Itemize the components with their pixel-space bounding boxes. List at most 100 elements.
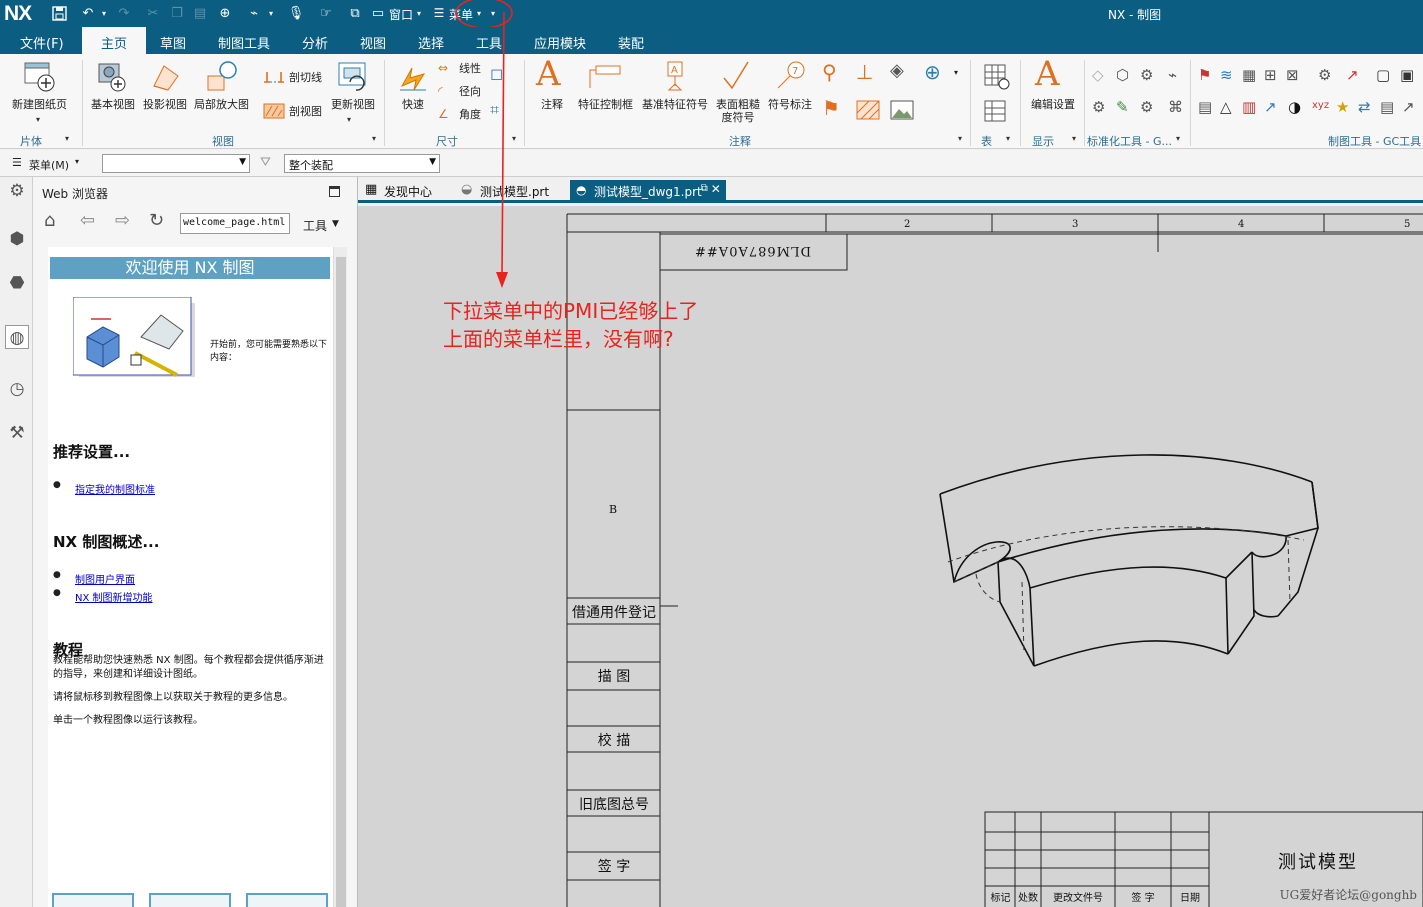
window-menu[interactable]: 窗口	[389, 6, 413, 23]
datum-feature-button[interactable]: 基准特征符号	[642, 98, 708, 111]
switch-window-icon[interactable]: ⧉	[345, 4, 365, 22]
edit-settings-button[interactable]: 编辑设置	[1031, 98, 1075, 111]
gc-tool-3-icon[interactable]: ▦	[1242, 66, 1256, 84]
feature-control-frame-button[interactable]: 特征控制框	[578, 98, 633, 111]
link-whats-new[interactable]: NX 制图新增功能	[75, 589, 153, 604]
gc-tool-11-icon[interactable]: △	[1220, 98, 1232, 116]
maximize-icon[interactable]	[329, 186, 340, 197]
link-set-standard[interactable]: 指定我的制图标准	[75, 481, 155, 496]
vertical-scrollbar[interactable]	[333, 247, 347, 907]
tutorial-thumbnail[interactable]	[52, 893, 134, 907]
gc-tool-6-icon[interactable]: ⚙	[1318, 66, 1331, 84]
angular-dimension-button[interactable]: 角度	[459, 108, 481, 121]
popout-icon[interactable]: ⧉	[701, 183, 708, 194]
std-tool-2-icon[interactable]: ⬡	[1116, 66, 1129, 84]
new-sheet-dropdown-icon[interactable]: ▾	[36, 115, 40, 124]
home-icon[interactable]: ⌂	[44, 210, 55, 231]
tab-sketch[interactable]: 草图	[160, 33, 186, 52]
window-icon[interactable]: ▭	[369, 4, 387, 22]
settings-gear-icon[interactable]: ⚙	[5, 179, 29, 203]
group-table-dropdown-icon[interactable]: ▾	[1006, 134, 1010, 143]
update-view-button[interactable]: 更新视图	[331, 98, 375, 111]
gc-tool-12-icon[interactable]: ▥	[1242, 98, 1256, 116]
group-std-dropdown-icon[interactable]: ▾	[1176, 134, 1180, 143]
base-view-button[interactable]: 基本视图	[91, 98, 135, 111]
close-tab-icon[interactable]: ✕	[711, 182, 721, 196]
tools-dropdown-icon[interactable]: ▼	[332, 219, 339, 229]
gc-tool-7-icon[interactable]: ↗	[1346, 66, 1359, 84]
std-tool-4-icon[interactable]: ⌁	[1168, 66, 1177, 84]
reuse-library-icon[interactable]: ⚒	[5, 421, 29, 445]
detail-view-button[interactable]: 局部放大图	[194, 98, 249, 111]
tag-icon[interactable]: ⌁	[244, 4, 264, 22]
undo-icon[interactable]: ↶	[78, 4, 98, 22]
gc-tool-1-icon[interactable]: ⚑	[1198, 66, 1211, 84]
fill-icon[interactable]: ◈	[890, 60, 904, 81]
gc-tool-10-icon[interactable]: ▤	[1198, 98, 1212, 116]
tutorial-thumbnail[interactable]	[149, 893, 231, 907]
touch-mode-icon[interactable]: ☞	[316, 4, 336, 22]
tab-drafting-tools[interactable]: 制图工具	[218, 33, 270, 52]
group-sheet-dropdown-icon[interactable]: ▾	[65, 134, 69, 143]
std-tool-5-icon[interactable]: ⚙	[1092, 98, 1105, 116]
gc-tool-18-icon[interactable]: ▤	[1380, 98, 1394, 116]
leader-flag-icon[interactable]: ⚑	[822, 96, 840, 120]
tab-select[interactable]: 选择	[418, 33, 444, 52]
note-button[interactable]: 注释	[541, 98, 563, 111]
tab-application[interactable]: 应用模块	[534, 33, 586, 52]
group-annotation-dropdown-icon[interactable]: ▾	[958, 134, 962, 143]
group-view-dropdown-icon[interactable]: ▾	[372, 134, 376, 143]
filter-icon[interactable]: ⛛	[260, 155, 271, 170]
gc-tool-2-icon[interactable]: ≋	[1220, 66, 1233, 84]
part-navigator-icon[interactable]: ⬢	[5, 227, 29, 251]
rapid-dimension-button[interactable]: 快速	[402, 98, 424, 111]
gc-tool-5-icon[interactable]: ⊠	[1286, 66, 1299, 84]
menu-lines-icon[interactable]: ☰	[432, 4, 446, 22]
std-tool-7-icon[interactable]: ⚙	[1140, 98, 1153, 116]
tag-dropdown-icon[interactable]: ▾	[266, 4, 276, 22]
section-line-button[interactable]: 剖切线	[289, 71, 322, 84]
gc-tool-8-icon[interactable]: ▢	[1376, 66, 1390, 84]
parts-list-icon[interactable]	[984, 100, 1010, 126]
table-icon[interactable]	[984, 64, 1010, 90]
std-tool-3-icon[interactable]: ⚙	[1140, 66, 1153, 84]
menu-lines-icon[interactable]: ☰	[12, 156, 22, 169]
gc-tool-13-icon[interactable]: ↗	[1264, 98, 1277, 116]
top-menu-button[interactable]: 菜单(M)	[29, 157, 69, 173]
symbol-label-button[interactable]: 符号标注	[768, 98, 812, 111]
std-tool-6-icon[interactable]: ✎	[1116, 98, 1129, 116]
refresh-icon[interactable]: ↻	[149, 210, 164, 231]
tab-assembly[interactable]: 装配	[618, 33, 644, 52]
section-view-button[interactable]: 剖视图	[289, 105, 322, 118]
history-clock-icon[interactable]: ◷	[5, 377, 29, 401]
web-browser-icon[interactable]: ◍	[5, 325, 29, 349]
microphone-icon[interactable]: 🎙	[287, 4, 305, 22]
link-drafting-ui[interactable]: 制图用户界面	[75, 571, 135, 586]
type-filter-select[interactable]: ▼	[102, 154, 250, 173]
tab-view[interactable]: 视图	[360, 33, 386, 52]
window-dropdown-icon[interactable]: ▾	[414, 4, 424, 22]
gc-tool-15-icon[interactable]: xyz	[1312, 100, 1329, 111]
top-menu-dropdown-icon[interactable]: ▾	[75, 157, 79, 166]
gc-tool-4-icon[interactable]: ⊞	[1264, 66, 1277, 84]
new-sheet-button[interactable]: 新建图纸页	[12, 98, 67, 111]
update-view-dropdown-icon[interactable]: ▾	[347, 115, 351, 124]
std-tool-8-icon[interactable]: ⌘	[1168, 98, 1183, 116]
group-display-dropdown-icon[interactable]: ▾	[1072, 134, 1076, 143]
back-icon[interactable]: ⇦	[80, 210, 95, 231]
annotation-more-icon[interactable]: ▾	[954, 68, 958, 77]
ordinate-icon[interactable]: ⊥	[856, 60, 873, 84]
image-icon[interactable]	[890, 100, 914, 120]
tab-drawing-part[interactable]: ◓ 测试模型_dwg1.prt ⧉ ✕	[570, 180, 726, 202]
surface-finish-button[interactable]: 表面粗糙度符号	[716, 98, 760, 124]
tutorial-thumbnail[interactable]	[246, 893, 328, 907]
save-icon[interactable]	[50, 4, 68, 22]
tools-menu[interactable]: 工具	[303, 217, 327, 234]
std-tool-1-icon[interactable]: ◇	[1092, 66, 1104, 84]
repeat-command-icon[interactable]: ⊕	[215, 4, 235, 22]
linear-dimension-button[interactable]: 线性	[459, 62, 481, 75]
gc-tool-9-icon[interactable]: ▣	[1400, 66, 1414, 84]
forward-icon[interactable]: ⇨	[115, 210, 130, 231]
tab-file[interactable]: 文件(F)	[20, 33, 64, 52]
gc-tool-14-icon[interactable]: ◑	[1288, 98, 1301, 116]
